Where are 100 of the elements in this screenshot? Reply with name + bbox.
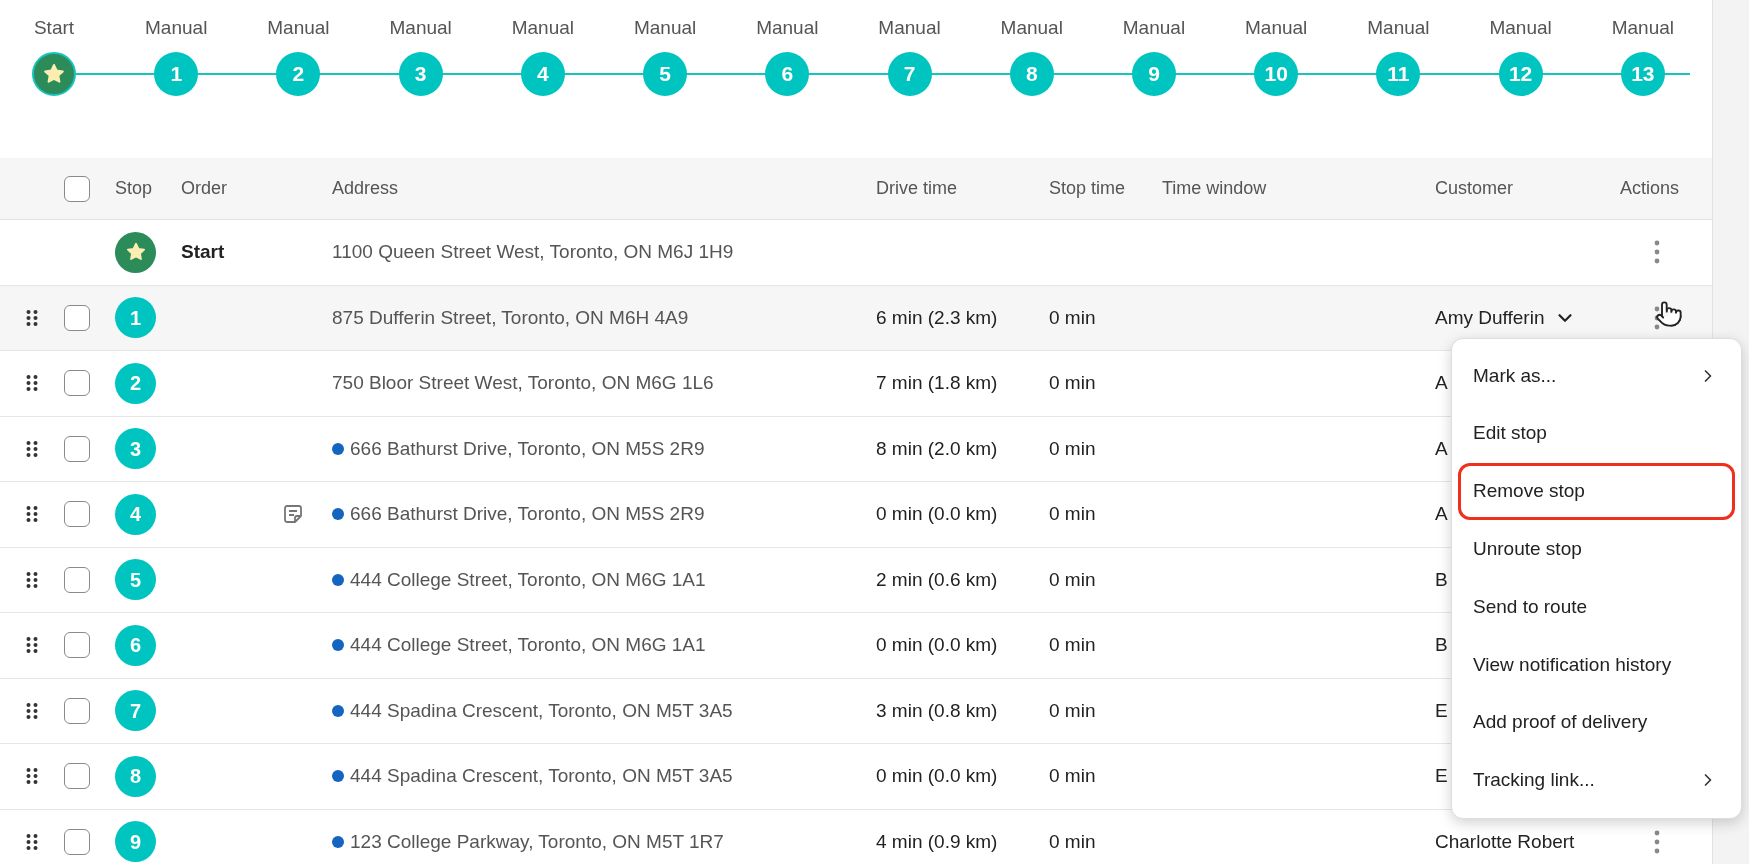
table-cell-text: 444 Spadina Crescent, Toronto, ON M5T 3A5 (350, 764, 733, 788)
stop-label: Manual (1245, 16, 1308, 40)
stop-label: Manual (633, 16, 697, 40)
table-cell-text: Start (181, 240, 225, 264)
stop-label: Manual (389, 16, 452, 40)
drag-handle-icon[interactable] (26, 374, 38, 393)
stop-number: 2 (115, 362, 156, 404)
drag-handle-icon[interactable] (26, 636, 38, 655)
table-cell-text: E (1435, 764, 1448, 788)
column-header: Customer (1435, 177, 1514, 200)
hand-cursor-icon (1655, 300, 1683, 328)
stop-label: Manual (878, 16, 941, 40)
stop-label: Manual (1000, 16, 1063, 40)
table-cell-text: 0 min (0.0 km) (876, 502, 998, 526)
checkbox[interactable] (64, 435, 90, 462)
stop-label: Manual (1122, 16, 1186, 40)
stop-number: 3 (115, 428, 156, 470)
table-row[interactable]: 1 875 Dufferin Street, Toronto, ON M6H 4A9 6 min (2.3 km) 0 min Amy Dufferin (0, 285, 1712, 351)
table-cell-text: 666 Bathurst Drive, Toronto, ON M5S 2R9 (350, 436, 705, 461)
drag-handle-icon[interactable] (26, 308, 38, 327)
stop-number[interactable]: 7 (887, 52, 932, 96)
table-cell-text: 444 College Street, Toronto, ON M6G 1A1 (350, 633, 706, 657)
stop-number: 8 (115, 755, 156, 797)
checkbox[interactable] (64, 828, 90, 855)
column-header: Address (332, 177, 399, 200)
table-cell-text: 1100 Queen Street West, Toronto, ON M6J 1H9 (332, 240, 734, 264)
menu-item[interactable]: Tracking link... (1458, 751, 1735, 810)
table-cell-text: E (1435, 698, 1448, 723)
table-cell-text: A (1435, 371, 1448, 395)
checkbox[interactable] (64, 763, 90, 790)
table-cell-text: 0 min (1049, 698, 1096, 723)
stop-number[interactable]: 10 (1254, 52, 1299, 96)
drag-handle-icon[interactable] (26, 832, 38, 851)
table-cell-text: 4 min (0.9 km) (876, 829, 998, 854)
column-header: Time window (1162, 177, 1267, 200)
stop-number[interactable]: 2 (276, 52, 321, 96)
stop-number: 6 (115, 624, 156, 666)
checkbox[interactable] (64, 566, 90, 593)
menu-item[interactable]: Send to route (1458, 578, 1735, 636)
checkbox[interactable] (64, 697, 90, 724)
stop-number[interactable]: 9 (1131, 52, 1176, 96)
menu-item[interactable]: Add proof of delivery (1458, 693, 1735, 752)
menu-item[interactable]: Remove stop (1458, 462, 1735, 521)
stop-number[interactable]: 12 (1498, 52, 1543, 96)
stop-number[interactable]: 3 (398, 52, 443, 96)
checkbox[interactable] (64, 370, 90, 397)
table-cell-text: 0 min (1049, 764, 1096, 788)
stop-label: Manual (1367, 16, 1430, 40)
checkbox[interactable] (64, 501, 90, 528)
stop-number[interactable]: 4 (520, 52, 565, 96)
stop-number: 9 (115, 821, 156, 863)
checkbox[interactable] (64, 304, 90, 331)
stop-number: 1 (115, 297, 156, 339)
table-cell-text: 2 min (0.6 km) (876, 567, 998, 592)
table-cell-text: 7 min (1.8 km) (876, 371, 998, 395)
stop-number[interactable]: 5 (643, 52, 688, 96)
stop-label: Start (33, 16, 75, 40)
drag-handle-icon[interactable] (26, 570, 38, 589)
column-header: Order (181, 177, 227, 200)
stop-number[interactable]: 13 (1620, 52, 1665, 96)
table-cell-text: 123 College Parkway, Toronto, ON M5T 1R7 (350, 829, 724, 854)
table-cell-text: 0 min (1049, 502, 1096, 526)
table-cell-text: 666 Bathurst Drive, Toronto, ON M5S 2R9 (350, 502, 705, 526)
menu-item[interactable]: Edit stop (1458, 404, 1735, 463)
table-cell-text: 750 Bloor Street West, Toronto, ON M6G 1L6 (332, 371, 714, 395)
checkbox[interactable] (64, 632, 90, 659)
table-cell-text: 0 min (1049, 436, 1096, 461)
checkbox[interactable] (64, 175, 90, 202)
table-cell-text: 444 College Street, Toronto, ON M6G 1A1 (350, 567, 706, 592)
drag-handle-icon[interactable] (26, 439, 38, 458)
table-cell-text: Amy Dufferin (1435, 305, 1545, 330)
drag-handle-icon[interactable] (26, 505, 38, 524)
table-cell-text: 0 min (1049, 633, 1096, 657)
stop-number: 4 (115, 493, 156, 535)
stop-number: 5 (115, 559, 156, 601)
menu-item[interactable]: View notification history (1458, 636, 1735, 694)
table-cell-text: A (1435, 436, 1448, 461)
stop-number[interactable]: 6 (765, 52, 810, 96)
drag-handle-icon[interactable] (26, 701, 38, 720)
table-cell-text: 875 Dufferin Street, Toronto, ON M6H 4A9 (332, 305, 689, 330)
stop-label: Manual (756, 16, 819, 40)
stop-number[interactable]: 11 (1376, 52, 1421, 96)
table-cell-text: Charlotte Robert (1435, 829, 1575, 854)
column-header: Stop time (1049, 177, 1126, 200)
drag-handle-icon[interactable] (26, 767, 38, 786)
stop-number[interactable]: 1 (154, 52, 199, 96)
menu-item[interactable]: Unroute stop (1458, 520, 1735, 579)
table-cell-text: 6 min (2.3 km) (876, 305, 998, 330)
stop-label: Manual (511, 16, 575, 40)
column-header: Actions (1620, 177, 1680, 200)
start-marker[interactable] (32, 52, 76, 96)
table-cell-text: 444 Spadina Crescent, Toronto, ON M5T 3A5 (350, 698, 733, 723)
table-cell-text: B (1435, 567, 1448, 592)
stop-label: Manual (145, 16, 208, 40)
table-cell-text: A (1435, 502, 1448, 526)
table-cell-text: 3 min (0.8 km) (876, 698, 998, 723)
table-cell-text: 0 min (1049, 371, 1096, 395)
stop-number[interactable]: 8 (1009, 52, 1054, 96)
table-cell-text: 0 min (1049, 567, 1096, 592)
table-cell-text: 8 min (2.0 km) (876, 436, 998, 461)
